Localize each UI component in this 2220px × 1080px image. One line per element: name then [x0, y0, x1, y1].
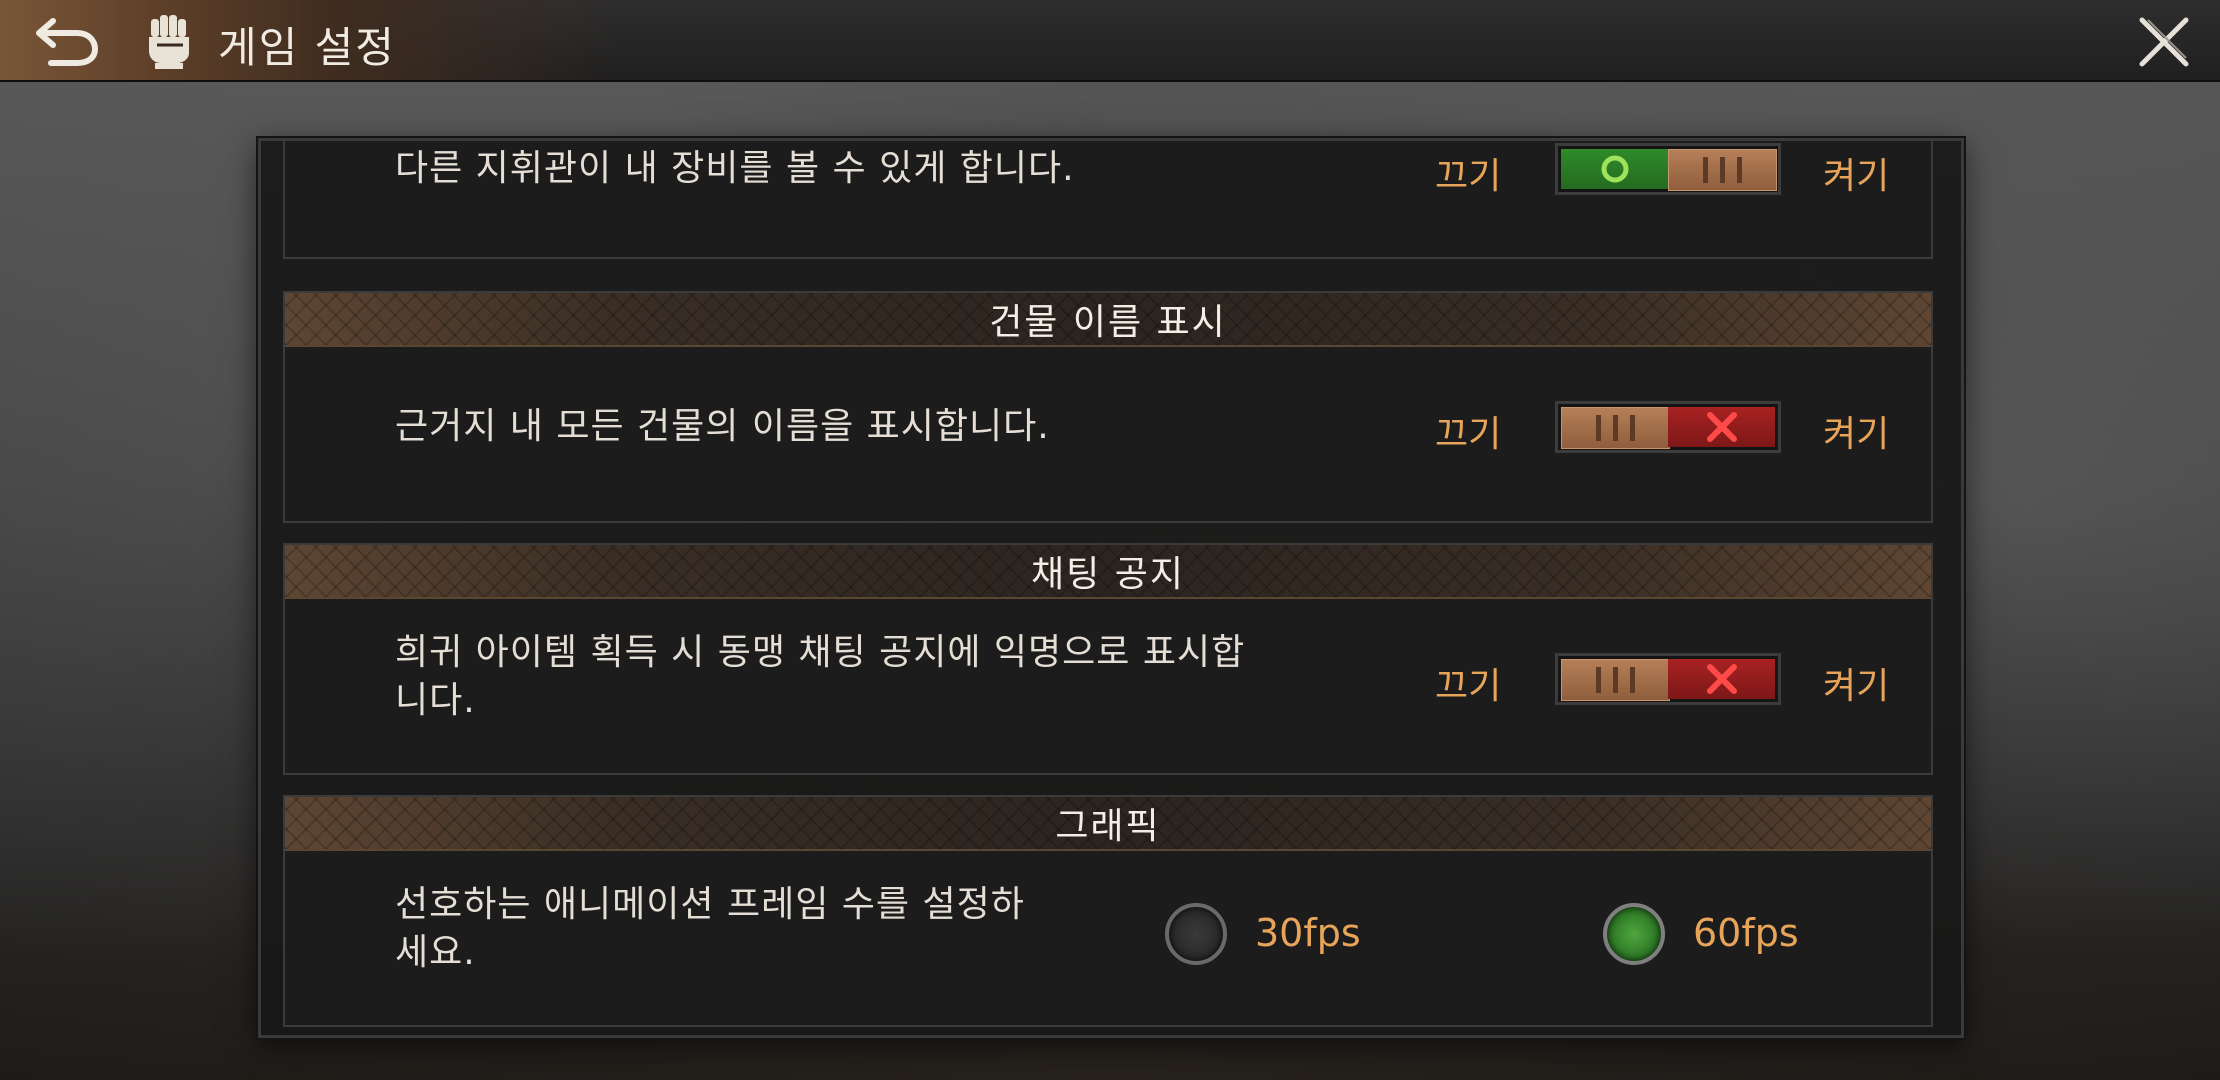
toggle-off-indicator	[1668, 659, 1775, 699]
toggle-on-label: 켜기	[1823, 666, 1890, 707]
grip-icon	[1596, 667, 1635, 693]
toggle-on-label: 켜기	[1823, 414, 1890, 455]
section-equipment: 다른 지휘관이 내 장비를 볼 수 있게 합니다. 끄기 켜기	[283, 141, 1933, 261]
grip-icon	[1596, 415, 1635, 441]
setting-row-graphics: 선호하는 애니메이션 프레임 수를 설정하 세요. 30fps 60fps	[285, 851, 1931, 1027]
setting-row-equipment: 다른 지휘관이 내 장비를 볼 수 있게 합니다. 끄기 켜기	[285, 141, 1931, 261]
toggle-building-names[interactable]	[1555, 401, 1781, 453]
radio-30fps-label[interactable]: 30fps	[1255, 911, 1361, 955]
setting-row-building-names: 근거지 내 모든 건물의 이름을 표시합니다. 끄기 켜기	[285, 347, 1931, 523]
section-header: 건물 이름 표시	[285, 293, 1931, 347]
section-chat-notice: 채팅 공지 희귀 아이템 획득 시 동맹 채팅 공지에 익명으로 표시합 니다.…	[283, 543, 1933, 775]
toggle-knob[interactable]	[1561, 659, 1670, 701]
description-line: 세요.	[395, 932, 476, 973]
description-line: 희귀 아이템 획득 시 동맹 채팅 공지에 익명으로 표시합	[395, 632, 1246, 673]
toggle-off-indicator	[1668, 407, 1775, 447]
radio-60fps-label[interactable]: 60fps	[1693, 911, 1799, 955]
circle-on-icon	[1601, 155, 1628, 183]
toggle-on-indicator	[1561, 149, 1668, 189]
radio-60fps[interactable]	[1603, 903, 1665, 965]
description-line: 니다.	[395, 680, 476, 721]
page-title: 게임 설정	[218, 23, 396, 72]
toggle-chat-notice[interactable]	[1555, 653, 1781, 705]
setting-description: 희귀 아이템 획득 시 동맹 채팅 공지에 익명으로 표시합 니다.	[395, 629, 1245, 725]
grip-icon	[1703, 157, 1742, 183]
toggle-off-label: 끄기	[1435, 414, 1502, 455]
setting-description: 근거지 내 모든 건물의 이름을 표시합니다.	[395, 406, 1050, 447]
toggle-knob[interactable]	[1668, 149, 1777, 191]
close-button[interactable]	[2124, 6, 2204, 78]
description-line: 선호하는 애니메이션 프레임 수를 설정하	[395, 884, 1025, 925]
settings-panel: 다른 지휘관이 내 장비를 볼 수 있게 합니다. 끄기 켜기 건물 이름 표시…	[258, 138, 1964, 1038]
setting-description: 다른 지휘관이 내 장비를 볼 수 있게 합니다.	[395, 148, 1075, 189]
radio-30fps[interactable]	[1165, 903, 1227, 965]
toggle-equipment-visibility[interactable]	[1555, 143, 1781, 195]
top-bar: 게임 설정	[0, 0, 2220, 82]
toggle-off-label: 끄기	[1435, 666, 1502, 707]
x-off-icon	[1706, 412, 1737, 442]
back-arrow-icon	[36, 18, 99, 66]
close-icon	[2139, 17, 2189, 67]
section-header: 그래픽	[285, 797, 1931, 851]
toggle-knob[interactable]	[1561, 407, 1670, 449]
setting-description: 선호하는 애니메이션 프레임 수를 설정하 세요.	[395, 881, 1025, 977]
section-building-names: 건물 이름 표시 근거지 내 모든 건물의 이름을 표시합니다. 끄기 켜기	[283, 291, 1933, 523]
x-off-icon	[1706, 664, 1737, 694]
toggle-on-label: 켜기	[1823, 156, 1890, 197]
fist-icon	[134, 6, 202, 74]
toggle-off-label: 끄기	[1435, 156, 1502, 197]
back-button[interactable]	[14, 4, 118, 78]
section-header: 채팅 공지	[285, 545, 1931, 599]
section-graphics: 그래픽 선호하는 애니메이션 프레임 수를 설정하 세요. 30fps 60fp…	[283, 795, 1933, 1027]
setting-row-chat-notice: 희귀 아이템 획득 시 동맹 채팅 공지에 익명으로 표시합 니다. 끄기 켜기	[285, 599, 1931, 775]
